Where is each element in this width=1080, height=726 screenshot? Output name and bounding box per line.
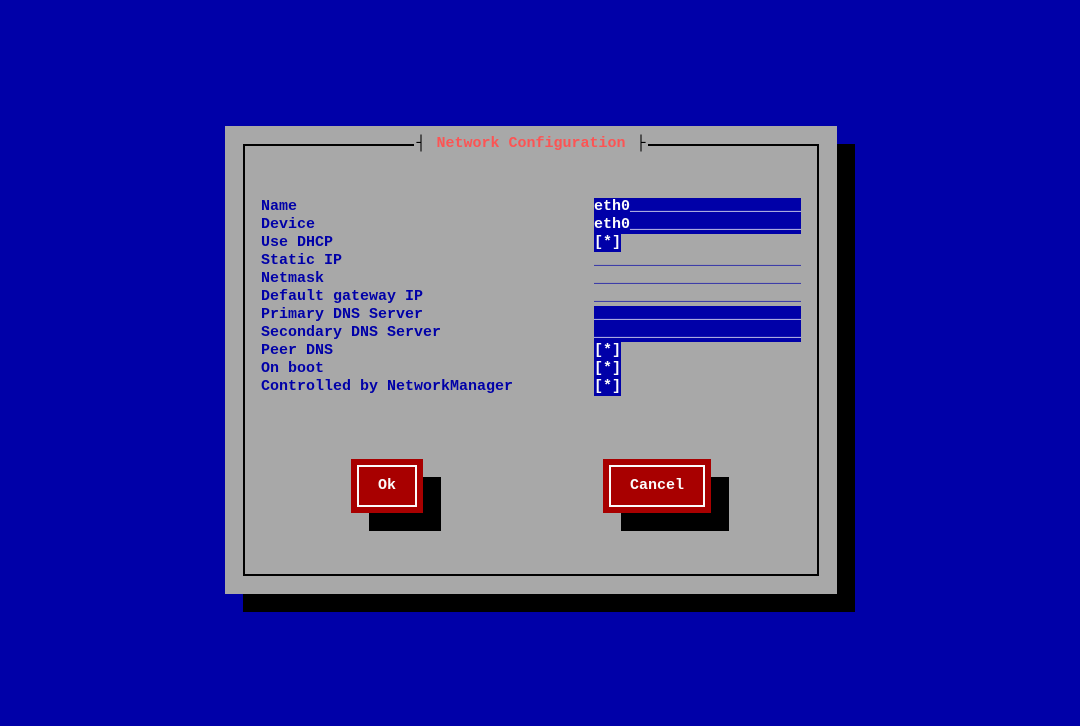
label-secondary-dns: Secondary DNS Server [261,324,594,342]
network-config-dialog: ┤ Network Configuration ├ Name eth0_____… [225,126,837,594]
cancel-button-wrap: Cancel [603,459,711,513]
label-nm: Controlled by NetworkManager [261,378,594,396]
label-use-dhcp: Use DHCP [261,234,594,252]
cancel-button[interactable]: Cancel [603,459,711,513]
static-ip-input[interactable]: ________________________ [594,252,801,270]
button-row: Ok Cancel [225,459,837,513]
label-gateway: Default gateway IP [261,288,594,306]
row-name: Name eth0____________________ [261,198,801,216]
ok-button-label: Ok [378,477,396,495]
use-dhcp-checkbox[interactable]: [*] [594,234,621,252]
row-static-ip: Static IP ________________________ [261,252,801,270]
label-primary-dns: Primary DNS Server [261,306,594,324]
peer-dns-checkbox[interactable]: [*] [594,342,621,360]
name-input[interactable]: eth0____________________ [594,198,801,216]
label-on-boot: On boot [261,360,594,378]
label-static-ip: Static IP [261,252,594,270]
row-secondary-dns: Secondary DNS Server ___________________… [261,324,801,342]
device-input[interactable]: eth0____________________ [594,216,801,234]
form: Name eth0____________________ Device eth… [261,198,801,396]
row-peer-dns: Peer DNS [*] [261,342,801,360]
nm-checkbox[interactable]: [*] [594,378,621,396]
label-netmask: Netmask [261,270,594,288]
row-use-dhcp: Use DHCP [*] [261,234,801,252]
ok-button[interactable]: Ok [351,459,423,513]
cancel-button-label: Cancel [630,477,684,495]
row-netmask: Netmask ________________________ [261,270,801,288]
secondary-dns-input[interactable]: ________________________ [594,324,801,342]
netmask-input[interactable]: ________________________ [594,270,801,288]
ok-button-wrap: Ok [351,459,423,513]
label-peer-dns: Peer DNS [261,342,594,360]
row-device: Device eth0____________________ [261,216,801,234]
row-primary-dns: Primary DNS Server _____________________… [261,306,801,324]
label-name: Name [261,198,594,216]
row-nm: Controlled by NetworkManager [*] [261,378,801,396]
on-boot-checkbox[interactable]: [*] [594,360,621,378]
gateway-input[interactable]: ________________________ [594,288,801,306]
row-gateway: Default gateway IP _____________________… [261,288,801,306]
primary-dns-input[interactable]: ________________________ [594,306,801,324]
label-device: Device [261,216,594,234]
row-on-boot: On boot [*] [261,360,801,378]
